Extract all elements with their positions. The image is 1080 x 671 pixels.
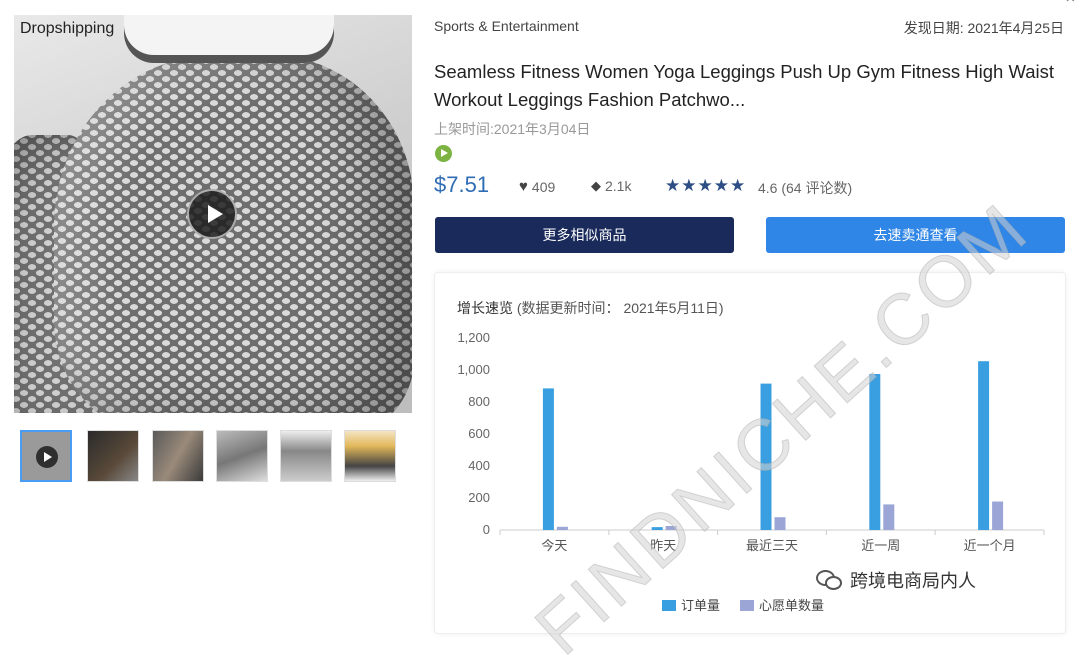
- rating-stars: ★★★★★: [665, 176, 747, 195]
- x-tick-label: 近一个月: [964, 539, 1016, 554]
- tag-icon: ◆: [591, 178, 601, 193]
- wechat-account: 跨境电商局内人: [816, 567, 976, 593]
- likes-stat: ♥ 409: [519, 178, 555, 195]
- thumbnail-5[interactable]: [280, 430, 332, 482]
- legend-label: 心愿单数量: [759, 599, 824, 614]
- bar-wishlist: [774, 517, 786, 530]
- bar-wishlist: [883, 504, 895, 530]
- thumbnail-2[interactable]: [87, 430, 139, 482]
- legend-swatch: [740, 600, 754, 611]
- more-similar-button[interactable]: 更多相似商品: [435, 217, 734, 253]
- bar-orders: [978, 361, 990, 530]
- thumbnail-1[interactable]: [20, 430, 72, 482]
- y-tick-label: 600: [468, 426, 490, 441]
- thumbnail-4[interactable]: [216, 430, 268, 482]
- video-play-icon[interactable]: [435, 145, 452, 162]
- x-tick-label: 最近三天: [746, 539, 798, 554]
- x-tick-label: 近一周: [861, 539, 900, 554]
- x-tick-label: 今天: [541, 538, 567, 554]
- product-title[interactable]: Seamless Fitness Women Yoga Leggings Pus…: [434, 58, 1064, 114]
- bar-wishlist: [556, 526, 568, 530]
- y-tick-label: 800: [468, 394, 490, 409]
- video-play-icon[interactable]: [187, 189, 237, 239]
- y-tick-label: 1,200: [457, 330, 490, 345]
- play-icon: [36, 446, 58, 468]
- tags-stat: ◆ 2.1k: [591, 178, 631, 194]
- bar-wishlist: [992, 501, 1004, 530]
- y-tick-label: 400: [468, 458, 490, 473]
- waistband: [124, 15, 334, 63]
- dropshipping-badge: Dropshipping: [20, 20, 115, 37]
- product-category: Sports & Entertainment: [434, 18, 579, 34]
- thumbnail-3[interactable]: [152, 430, 204, 482]
- listed-date: 上架时间:2021年3月04日: [434, 121, 591, 137]
- bar-orders: [542, 388, 554, 530]
- found-date: 发现日期: 2021年4月25日: [903, 20, 1064, 36]
- product-price: $7.51: [434, 172, 490, 197]
- legend-swatch: [662, 600, 676, 611]
- tags-count: 2.1k: [605, 178, 632, 194]
- legging-texture: [54, 55, 412, 413]
- wechat-icon: [816, 570, 842, 590]
- wechat-label: 跨境电商局内人: [850, 571, 976, 591]
- heart-icon: ♥: [519, 178, 528, 195]
- y-tick-label: 200: [468, 490, 490, 505]
- rating-text: 4.6 (64 评论数): [758, 180, 853, 196]
- y-tick-label: 1,000: [457, 362, 490, 377]
- y-tick-label: 0: [483, 522, 490, 537]
- chevron-up-icon[interactable]: ⌃: [1063, 0, 1078, 15]
- thumbnail-6[interactable]: [344, 430, 396, 482]
- legend-label: 订单量: [681, 599, 720, 614]
- likes-count: 409: [531, 178, 556, 195]
